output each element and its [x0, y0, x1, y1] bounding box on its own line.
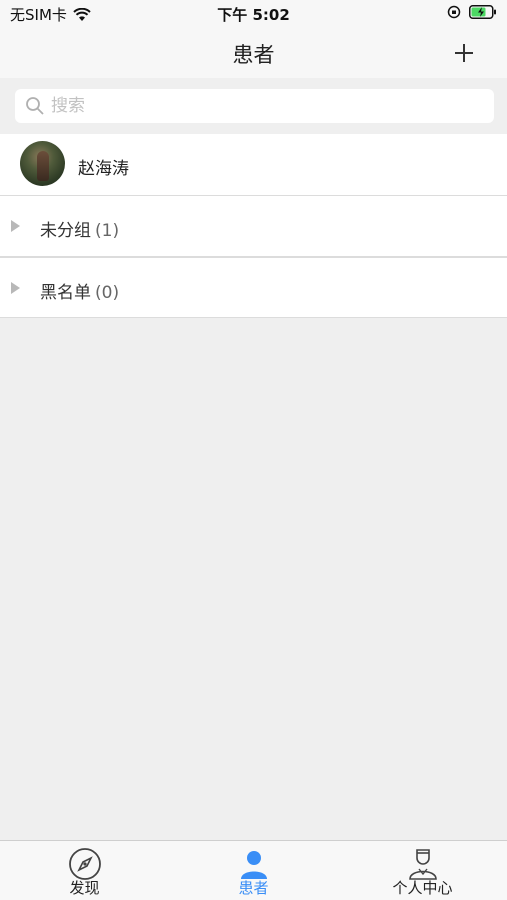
group-row-blacklist[interactable]: 黑名单 (0): [0, 257, 507, 318]
avatar: [20, 141, 65, 186]
search-icon: [26, 97, 44, 115]
group-name: 未分组: [40, 221, 91, 241]
tab-label: 个人中心: [392, 879, 453, 897]
person-icon: [240, 851, 267, 879]
group-name: 黑名单: [40, 283, 91, 303]
patients-screen: 无SIM卡 下午 5:02 患者 搜索 赵海涛 未分组 (1) 黑名单 (0) …: [0, 0, 507, 900]
tab-bar: 发现 患者 个人中心: [0, 840, 507, 900]
search-area: [0, 78, 507, 134]
page-title: 患者: [232, 43, 275, 67]
tab-profile[interactable]: 个人中心: [338, 841, 507, 900]
search-input[interactable]: [51, 89, 471, 123]
status-time: 下午 5:02: [217, 6, 290, 24]
patient-row[interactable]: 赵海涛: [0, 134, 507, 196]
tab-label: 发现: [69, 879, 100, 897]
status-right: [447, 5, 497, 19]
group-row-ungrouped[interactable]: 未分组 (1): [0, 196, 507, 257]
group-count: (1): [95, 221, 120, 241]
compass-icon: [68, 848, 101, 880]
group-label: 未分组 (1): [40, 216, 119, 241]
tab-patients[interactable]: 患者: [169, 841, 338, 900]
plus-icon[interactable]: [451, 40, 477, 66]
tab-discover[interactable]: 发现: [0, 841, 169, 900]
doctor-icon: [408, 849, 437, 880]
group-count: (0): [95, 283, 120, 303]
expand-triangle-icon: [11, 282, 20, 294]
orientation-lock-icon: [447, 5, 461, 19]
group-label: 黑名单 (0): [40, 278, 119, 303]
status-bar: 无SIM卡 下午 5:02: [0, 0, 507, 28]
nav-bar: 患者: [0, 28, 507, 78]
patient-list: 赵海涛 未分组 (1) 黑名单 (0): [0, 134, 507, 318]
battery-charging-icon: [469, 5, 496, 19]
patient-name: 赵海涛: [78, 159, 129, 179]
search-box[interactable]: [15, 89, 494, 123]
expand-triangle-icon: [11, 220, 20, 232]
tab-label: 患者: [238, 879, 269, 897]
